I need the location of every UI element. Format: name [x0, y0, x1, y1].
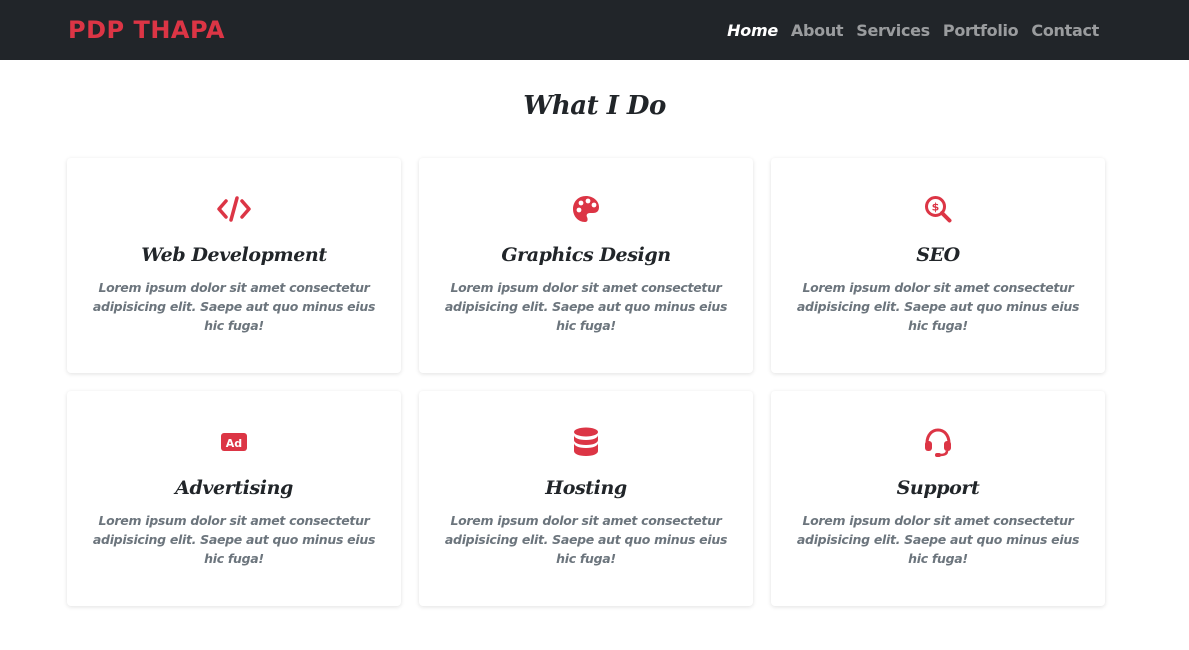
- palette-icon: [419, 194, 753, 224]
- navbar: PDP THAPA Home About Services Portfolio …: [0, 0, 1189, 60]
- card-title: SEO: [916, 244, 960, 266]
- service-card-web-development: Web Development Lorem ipsum dolor sit am…: [67, 158, 401, 373]
- card-title: Hosting: [545, 477, 627, 499]
- search-dollar-icon: $: [771, 194, 1105, 224]
- nav-link-services[interactable]: Services: [856, 21, 930, 40]
- service-card-hosting: Hosting Lorem ipsum dolor sit amet conse…: [419, 391, 753, 606]
- card-text: Lorem ipsum dolor sit amet consectetur a…: [444, 513, 728, 566]
- section-title: What I Do: [523, 91, 666, 121]
- brand-logo[interactable]: PDP THAPA: [68, 16, 225, 44]
- nav-links: Home About Services Portfolio Contact: [727, 21, 1099, 40]
- service-card-graphics-design: Graphics Design Lorem ipsum dolor sit am…: [419, 158, 753, 373]
- card-text: Lorem ipsum dolor sit amet consectetur a…: [796, 280, 1080, 333]
- card-title: Graphics Design: [501, 244, 671, 266]
- card-title: Web Development: [141, 244, 327, 266]
- code-icon: [67, 194, 401, 224]
- card-text: Lorem ipsum dolor sit amet consectetur a…: [92, 513, 376, 566]
- card-title: Advertising: [175, 477, 293, 499]
- card-title: Support: [896, 477, 980, 499]
- services-grid: Web Development Lorem ipsum dolor sit am…: [67, 158, 1105, 606]
- ad-icon-label: Ad: [226, 437, 242, 450]
- card-text: Lorem ipsum dolor sit amet consectetur a…: [796, 513, 1080, 566]
- service-card-advertising: Ad Advertising Lorem ipsum dolor sit ame…: [67, 391, 401, 606]
- nav-link-contact[interactable]: Contact: [1031, 21, 1099, 40]
- headset-icon: [771, 427, 1105, 457]
- nav-link-about[interactable]: About: [791, 21, 844, 40]
- svg-text:$: $: [932, 201, 940, 214]
- service-card-seo: $ SEO Lorem ipsum dolor sit amet consect…: [771, 158, 1105, 373]
- nav-link-home[interactable]: Home: [727, 21, 778, 40]
- card-text: Lorem ipsum dolor sit amet consectetur a…: [92, 280, 376, 333]
- database-icon: [419, 427, 753, 457]
- card-text: Lorem ipsum dolor sit amet consectetur a…: [444, 280, 728, 333]
- nav-link-portfolio[interactable]: Portfolio: [943, 21, 1019, 40]
- service-card-support: Support Lorem ipsum dolor sit amet conse…: [771, 391, 1105, 606]
- ad-icon: Ad: [67, 427, 401, 457]
